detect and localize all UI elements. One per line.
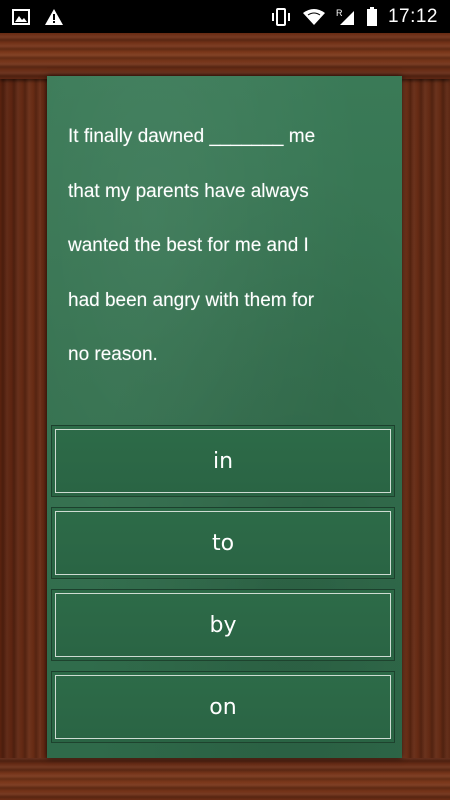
answer-button-in[interactable]: in [51, 425, 395, 497]
answer-label: on [209, 694, 237, 720]
status-right: R 17:12 [270, 6, 450, 28]
answer-label: in [212, 448, 234, 474]
vibrate-icon [270, 7, 292, 26]
question-text: It finally dawned _______ me that my par… [68, 110, 393, 383]
wifi-icon [302, 8, 326, 26]
warning-icon [44, 8, 64, 26]
status-bar: R 17:12 [0, 0, 450, 33]
question-line: wanted the best for me and I [68, 235, 309, 256]
battery-icon [366, 6, 378, 27]
question-line: no reason. [68, 344, 158, 365]
image-icon [12, 8, 30, 25]
status-time: 17:12 [387, 5, 438, 27]
question-line: It finally dawned _______ me [68, 126, 316, 147]
answer-button-on[interactable]: on [51, 671, 395, 743]
question-line: that my parents have always [68, 180, 309, 202]
wood-frame-bottom [0, 758, 450, 800]
answer-button-by[interactable]: by [51, 589, 395, 661]
answer-label: to [211, 530, 235, 556]
status-left [0, 8, 64, 26]
svg-text:R: R [336, 8, 343, 18]
roaming-r-icon: R [336, 8, 356, 26]
answer-button-to[interactable]: to [51, 507, 395, 579]
answer-options: in to by on [51, 425, 395, 753]
question-line: had been angry with them for [68, 289, 315, 311]
wood-frame-top [0, 33, 450, 79]
answer-label: by [209, 612, 237, 638]
